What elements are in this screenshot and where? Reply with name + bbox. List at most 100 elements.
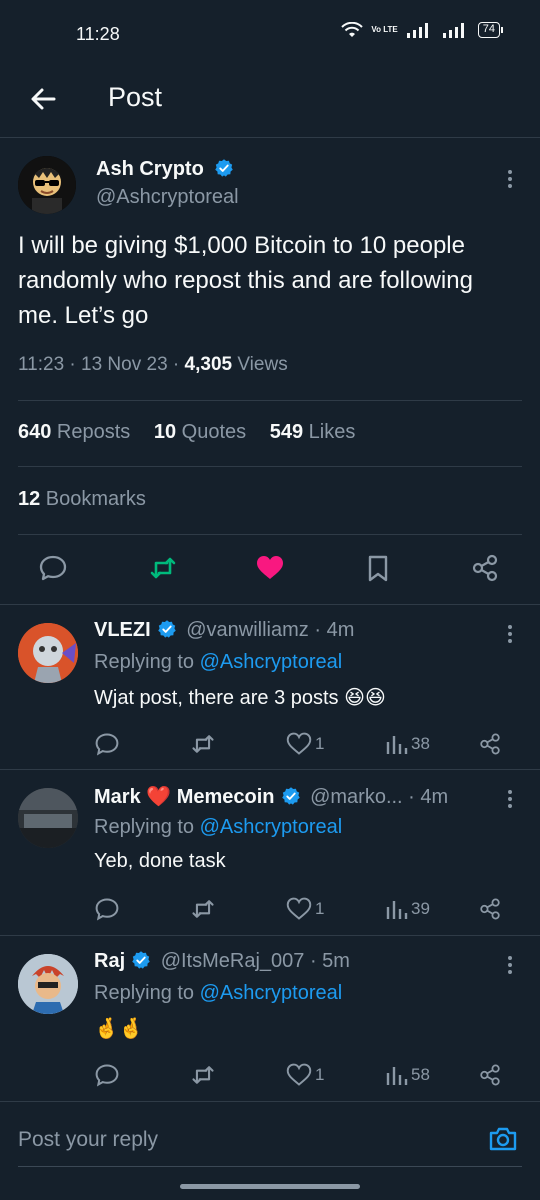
views-count: 4,305 bbox=[184, 354, 233, 375]
author-name-row[interactable]: Ash Crypto bbox=[96, 158, 234, 181]
reply-author-name[interactable]: VLEZI bbox=[94, 619, 151, 641]
avatar-image bbox=[18, 623, 78, 683]
reply-actions-bar: 1 38 bbox=[94, 729, 514, 759]
repost-icon[interactable] bbox=[190, 894, 216, 924]
repost-icon[interactable] bbox=[190, 1060, 216, 1090]
author-avatar[interactable] bbox=[18, 156, 76, 214]
repost-icon[interactable] bbox=[190, 729, 216, 759]
like-count: 1 bbox=[315, 899, 325, 918]
share-icon[interactable] bbox=[470, 553, 500, 583]
reply-item[interactable]: Raj @ItsMeRaj_007 · 5m Replying to @Ashc… bbox=[0, 936, 540, 1102]
status-bar: 11:28 Vo LTE 74 bbox=[0, 0, 540, 70]
more-options-icon[interactable] bbox=[507, 625, 513, 647]
more-options-icon[interactable] bbox=[507, 790, 513, 812]
reposts-label: Reposts bbox=[51, 421, 131, 443]
reposts-stat[interactable]: 640 Reposts bbox=[18, 421, 130, 443]
mention-link[interactable]: @Ashcryptoreal bbox=[200, 982, 343, 1004]
volte-indicator: Vo LTE bbox=[371, 25, 398, 34]
mention-link[interactable]: @Ashcryptoreal bbox=[200, 816, 343, 838]
home-indicator[interactable] bbox=[180, 1184, 360, 1189]
engagement-stats: 640 Reposts 10 Quotes 549 Likes bbox=[18, 421, 373, 444]
page-title: Post bbox=[108, 82, 163, 112]
reply-input[interactable]: Post your reply bbox=[18, 1128, 158, 1152]
quotes-stat[interactable]: 10 Quotes bbox=[154, 421, 246, 443]
share-icon[interactable] bbox=[478, 894, 502, 924]
views-label: Views bbox=[232, 354, 288, 375]
reply-actions-bar: 1 58 bbox=[94, 1060, 514, 1090]
verified-badge-icon bbox=[215, 159, 233, 177]
replying-label: Replying to bbox=[94, 816, 200, 838]
reply-timestamp: · 4m bbox=[402, 786, 449, 808]
divider bbox=[18, 466, 522, 467]
replying-to: Replying to @Ashcryptoreal bbox=[94, 816, 342, 839]
reply-item[interactable]: VLEZI @vanwilliamz · 4m Replying to @Ash… bbox=[0, 604, 540, 770]
author-handle: @Ashcryptoreal bbox=[96, 186, 239, 208]
reply-author-name[interactable]: Mark ❤️ Memecoin bbox=[94, 786, 275, 808]
reply-icon[interactable] bbox=[94, 729, 120, 759]
share-icon[interactable] bbox=[478, 1060, 502, 1090]
views-button[interactable]: 39 bbox=[384, 894, 430, 924]
reply-timestamp: · 5m bbox=[304, 950, 350, 972]
bookmarks-count: 12 bbox=[18, 488, 41, 510]
wifi-icon bbox=[341, 22, 364, 37]
views-button[interactable]: 58 bbox=[384, 1060, 430, 1090]
avatar-image bbox=[18, 788, 78, 848]
quotes-count: 10 bbox=[153, 421, 177, 443]
likes-stat[interactable]: 549 Likes bbox=[270, 421, 356, 443]
back-arrow-icon[interactable] bbox=[26, 82, 60, 116]
like-heart-icon[interactable] bbox=[255, 553, 285, 583]
views-chart-icon bbox=[386, 1067, 408, 1085]
divider bbox=[18, 400, 522, 401]
bookmark-icon[interactable] bbox=[363, 553, 393, 583]
reply-author-handle: @ItsMeRaj_007 bbox=[160, 950, 305, 972]
reply-text: Yeb, done task bbox=[94, 850, 226, 872]
post-text: I will be giving $1,000 Bitcoin to 10 pe… bbox=[18, 232, 473, 329]
views-button[interactable]: 38 bbox=[384, 729, 430, 759]
heart-icon bbox=[286, 732, 312, 755]
bookmarks-stat[interactable]: 12 Bookmarks bbox=[18, 488, 146, 511]
reply-header: VLEZI @vanwilliamz · 4m bbox=[94, 619, 354, 642]
more-options-icon[interactable] bbox=[507, 170, 513, 192]
like-button[interactable]: 1 bbox=[286, 729, 324, 759]
like-count: 1 bbox=[315, 734, 325, 753]
reply-avatar[interactable] bbox=[18, 954, 78, 1014]
reply-text: 🤞🤞 bbox=[94, 1018, 144, 1040]
camera-icon[interactable] bbox=[488, 1124, 518, 1154]
likes-label: Likes bbox=[303, 421, 356, 443]
reply-composer: Post your reply bbox=[0, 1101, 540, 1171]
author-name: Ash Crypto bbox=[96, 158, 204, 180]
signal-icon-2 bbox=[442, 23, 464, 38]
repost-icon[interactable] bbox=[148, 553, 178, 583]
reply-icon[interactable] bbox=[38, 553, 68, 583]
reply-avatar[interactable] bbox=[18, 623, 78, 683]
reply-header: Mark ❤️ Memecoin @marko... · 4m bbox=[94, 784, 448, 809]
like-button[interactable]: 1 bbox=[286, 1060, 324, 1090]
reply-actions-bar: 1 39 bbox=[94, 894, 514, 924]
mention-link[interactable]: @Ashcryptoreal bbox=[200, 651, 343, 673]
share-icon[interactable] bbox=[478, 729, 502, 759]
reposts-count: 640 bbox=[18, 421, 52, 443]
reply-timestamp: · 4m bbox=[308, 619, 355, 641]
like-count: 1 bbox=[315, 1065, 325, 1084]
reply-text: Wjat post, there are 3 posts 😆😆 bbox=[94, 687, 386, 709]
heart-icon bbox=[286, 897, 312, 920]
reply-item[interactable]: Mark ❤️ Memecoin @marko... · 4m Replying… bbox=[0, 770, 540, 936]
post-actions-bar bbox=[0, 540, 540, 596]
reply-icon[interactable] bbox=[94, 894, 120, 924]
reply-header: Raj @ItsMeRaj_007 · 5m bbox=[94, 950, 350, 973]
heart-icon bbox=[286, 1063, 312, 1086]
reply-author-name[interactable]: Raj bbox=[94, 950, 125, 972]
post-meta: 11:23 · 13 Nov 23 · 4,305 Views bbox=[18, 354, 288, 376]
views-count: 58 bbox=[411, 1065, 430, 1084]
like-button[interactable]: 1 bbox=[286, 894, 324, 924]
input-underline bbox=[18, 1166, 522, 1167]
reply-author-handle: @marko... bbox=[310, 786, 403, 808]
replying-to: Replying to @Ashcryptoreal bbox=[94, 982, 342, 1005]
reply-author-handle: @vanwilliamz bbox=[186, 619, 309, 641]
verified-badge-icon bbox=[281, 787, 300, 805]
reply-avatar[interactable] bbox=[18, 788, 78, 848]
avatar-image bbox=[18, 954, 78, 1014]
more-options-icon[interactable] bbox=[507, 956, 513, 978]
reply-icon[interactable] bbox=[94, 1060, 120, 1090]
battery-indicator: 74 bbox=[477, 22, 504, 38]
